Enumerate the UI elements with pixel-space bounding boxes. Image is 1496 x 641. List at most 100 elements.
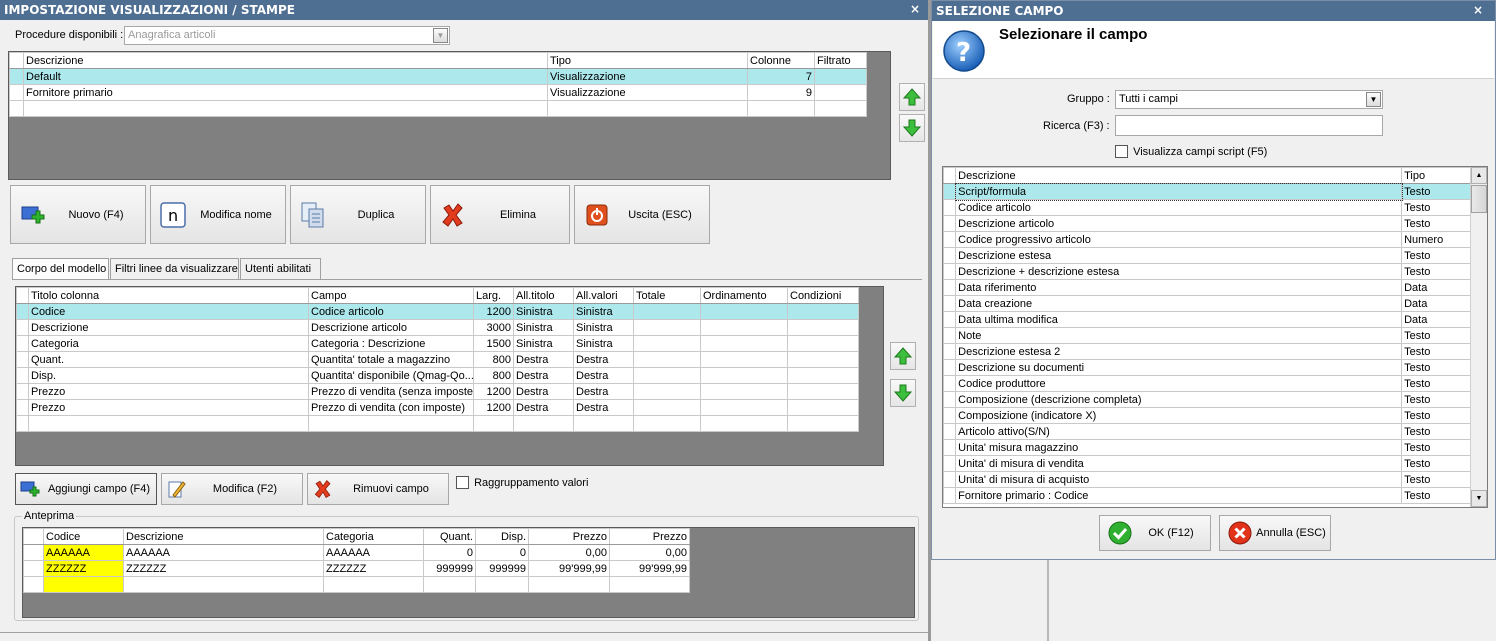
list-item[interactable]: Unita' di misura di acquisto Testo (943, 471, 1471, 488)
arrow-up-icon (893, 347, 913, 365)
table-row[interactable]: Disp. Quantita' disponibile (Qmag-Qo... 80… (16, 367, 859, 384)
preview-col-codice: Codice (43, 528, 124, 545)
preview-cell: ZZZZZZ (323, 560, 424, 577)
tab-corpo-modello[interactable]: Corpo del modello (12, 258, 109, 280)
delete-view-button[interactable]: Elimina (430, 185, 570, 244)
col-header-totale[interactable]: Totale (633, 287, 701, 304)
col-header-larg[interactable]: Larg. (473, 287, 514, 304)
cell-titolo: Disp. (28, 367, 309, 384)
cancel-button[interactable]: Annulla (ESC) (1219, 515, 1331, 551)
add-field-button[interactable]: Aggiungi campo (F4) (15, 473, 157, 505)
table-row[interactable]: Quant. Quantita' totale a magazzino 800 Des… (16, 351, 859, 368)
list-item[interactable]: Data creazione Data (943, 295, 1471, 312)
fields-scrollbar[interactable]: ▲ ▼ (1470, 167, 1487, 507)
list-item[interactable]: Composizione (indicatore X) Testo (943, 407, 1471, 424)
col-header-tipo[interactable]: Tipo (547, 52, 748, 69)
col-header-filtrato[interactable]: Filtrato (814, 52, 867, 69)
duplicate-view-button[interactable]: Duplica (290, 185, 426, 244)
col-header-colonne[interactable]: Colonne (747, 52, 815, 69)
new-view-button[interactable]: Nuovo (F4) (10, 185, 146, 244)
move-column-down-button[interactable] (890, 379, 916, 407)
procedure-select[interactable]: Anagrafica articoli ▼ (124, 26, 450, 45)
list-item[interactable]: Codice progressivo articolo Numero (943, 231, 1471, 248)
col-header-field-descrizione[interactable]: Descrizione (955, 167, 1403, 184)
cancel-icon (1228, 521, 1252, 545)
col-header-field-tipo[interactable]: Tipo (1401, 167, 1471, 184)
preview-col-prezzo-ivato: Prezzo (609, 528, 690, 545)
col-header-descrizione[interactable]: Descrizione (23, 52, 548, 69)
table-row[interactable]: Default Visualizzazione 7 (9, 68, 867, 85)
list-item[interactable]: Composizione (descrizione completa) Testo (943, 391, 1471, 408)
list-item[interactable]: Data ultima modifica Data (943, 311, 1471, 328)
scroll-down-icon[interactable]: ▼ (1471, 490, 1487, 507)
tab-utenti-abilitati[interactable]: Utenti abilitati (240, 258, 321, 279)
col-header-all-titolo[interactable]: All.titolo (513, 287, 574, 304)
list-item[interactable]: Descrizione estesa 2 Testo (943, 343, 1471, 360)
delete-icon (439, 201, 467, 229)
ricerca-label: Ricerca (F3) : (1043, 120, 1110, 132)
list-item[interactable]: Unita' di misura di vendita Testo (943, 455, 1471, 472)
field-tipo: Testo (1401, 407, 1471, 424)
table-row-empty[interactable] (16, 415, 859, 432)
table-row-empty[interactable] (9, 100, 867, 117)
script-fields-checkbox-row[interactable]: Visualizza campi script (F5) (1115, 145, 1267, 158)
move-view-down-button[interactable] (899, 114, 925, 142)
field-descrizione: Data creazione (955, 295, 1403, 312)
chevron-down-icon[interactable]: ▼ (433, 28, 448, 43)
field-descrizione: Descrizione articolo (955, 215, 1403, 232)
gruppo-select[interactable]: Tutti i campi ▼ (1115, 90, 1383, 109)
table-row[interactable]: Codice Codice articolo 1200 Sinistra Sinistr… (16, 303, 859, 320)
list-item[interactable]: Note Testo (943, 327, 1471, 344)
search-input[interactable] (1115, 115, 1383, 136)
cell-descrizione: Fornitore primario (23, 84, 548, 101)
ok-button[interactable]: OK (F12) (1099, 515, 1211, 551)
col-header-titolo[interactable]: Titolo colonna (28, 287, 309, 304)
table-row[interactable]: Prezzo Prezzo di vendita (con imposte) 120… (16, 399, 859, 416)
col-header-ordinamento[interactable]: Ordinamento (700, 287, 788, 304)
table-row[interactable]: Fornitore primario Visualizzazione 9 (9, 84, 867, 101)
move-column-up-button[interactable] (890, 342, 916, 370)
cell-totale (633, 399, 701, 416)
tab-filtri-linee[interactable]: Filtri linee da visualizzare (110, 258, 239, 279)
list-item[interactable]: Fornitore primario : Codice Testo (943, 487, 1471, 504)
preview-col-quant: Quant. (423, 528, 476, 545)
table-row[interactable]: Categoria Categoria : Descrizione 1500 Sini… (16, 335, 859, 352)
list-item[interactable]: Codice produttore Testo (943, 375, 1471, 392)
list-item[interactable]: Script/formula Testo (943, 182, 1471, 201)
chevron-down-icon[interactable]: ▼ (1366, 92, 1381, 107)
exit-button[interactable]: Uscita (ESC) (574, 185, 710, 244)
field-tipo: Data (1401, 295, 1471, 312)
field-descrizione: Fornitore primario : Codice (955, 487, 1403, 504)
col-header-all-valori[interactable]: All.valori (573, 287, 634, 304)
list-item[interactable]: Descrizione su documenti Testo (943, 359, 1471, 376)
scroll-up-icon[interactable]: ▲ (1471, 167, 1487, 184)
list-item[interactable]: Data riferimento Data (943, 279, 1471, 296)
list-item[interactable]: Codice articolo Testo (943, 199, 1471, 216)
scrollbar-thumb[interactable] (1471, 185, 1487, 213)
list-item[interactable]: Descrizione + descrizione estesa Testo (943, 263, 1471, 280)
close-icon[interactable]: × (1473, 3, 1483, 17)
table-row[interactable]: Descrizione Descrizione articolo 3000 Sinis… (16, 319, 859, 336)
remove-field-button[interactable]: Rimuovi campo (307, 473, 449, 505)
close-icon[interactable]: × (910, 2, 920, 16)
remove-field-label: Rimuovi campo (353, 483, 429, 495)
field-tipo: Data (1401, 279, 1471, 296)
new-view-label: Nuovo (F4) (68, 208, 124, 221)
list-item[interactable]: Unita' misura magazzino Testo (943, 439, 1471, 456)
grouping-checkbox[interactable] (456, 476, 469, 489)
script-fields-checkbox[interactable] (1115, 145, 1128, 158)
list-item[interactable]: Descrizione estesa Testo (943, 247, 1471, 264)
grouping-checkbox-row[interactable]: Raggruppamento valori (456, 476, 588, 489)
list-item[interactable]: Descrizione articolo Testo (943, 215, 1471, 232)
list-item[interactable]: Articolo attivo(S/N) Testo (943, 423, 1471, 440)
field-descrizione: Unita' di misura di vendita (955, 455, 1403, 472)
move-view-up-button[interactable] (899, 83, 925, 111)
edit-field-button[interactable]: Modifica (F2) (161, 473, 303, 505)
cell-all-valori: Destra (573, 367, 634, 384)
rename-view-button[interactable]: n Modifica nome (150, 185, 286, 244)
edit-field-label: Modifica (F2) (212, 483, 278, 495)
table-row[interactable]: Prezzo Prezzo di vendita (senza imposte) 1… (16, 383, 859, 400)
col-header-condizioni[interactable]: Condizioni (787, 287, 859, 304)
exit-label: Uscita (ESC) (628, 208, 692, 221)
col-header-campo[interactable]: Campo (308, 287, 474, 304)
